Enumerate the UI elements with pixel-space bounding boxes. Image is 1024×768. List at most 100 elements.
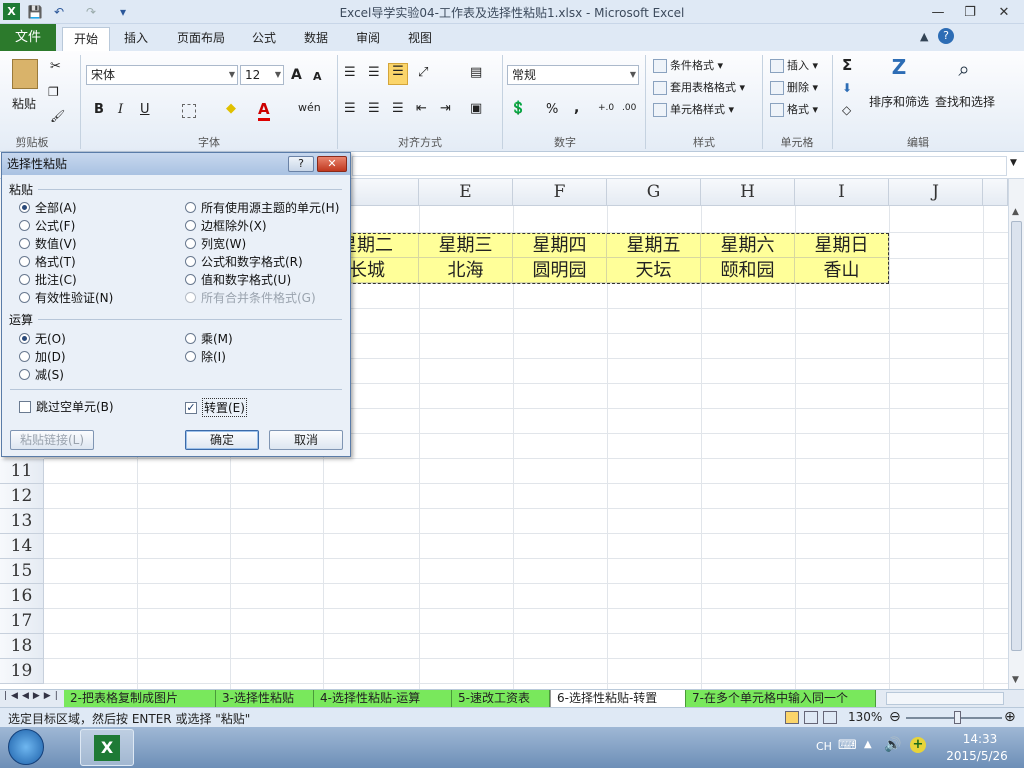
- network-icon[interactable]: +: [910, 737, 926, 753]
- increase-indent-icon[interactable]: ⇥: [440, 101, 451, 116]
- skip-blanks-checkbox[interactable]: 跳过空单元(B): [19, 398, 114, 415]
- sheet-tab[interactable]: 5-速改工资表: [452, 690, 550, 707]
- column-header-i[interactable]: I: [795, 179, 889, 206]
- column-header-e[interactable]: E: [419, 179, 513, 206]
- cancel-button[interactable]: 取消: [269, 430, 343, 450]
- wen-phonetic-button[interactable]: wén: [298, 101, 321, 114]
- sheet-tab[interactable]: 7-在多个单元格中输入同一个: [686, 690, 876, 707]
- sheet-tab[interactable]: 2-把表格复制成图片: [64, 690, 216, 707]
- paste-option-comments[interactable]: 批注(C): [19, 271, 77, 288]
- scroll-down-icon[interactable]: ▼: [1012, 675, 1019, 685]
- comma-button[interactable]: ,: [574, 100, 579, 116]
- paste-option-formulas-numbers[interactable]: 公式和数字格式(R): [185, 253, 303, 270]
- operation-none[interactable]: 无(O): [19, 330, 66, 347]
- zoom-level[interactable]: 130%: [848, 710, 882, 724]
- fill-color-icon[interactable]: ◆: [226, 101, 236, 116]
- tab-file[interactable]: 文件: [0, 24, 56, 51]
- format-cells-button[interactable]: 格式 ▾: [770, 101, 818, 117]
- clock-time[interactable]: 14:33: [950, 732, 1010, 746]
- delete-cells-button[interactable]: 删除 ▾: [770, 79, 818, 95]
- tab-formulas[interactable]: 公式: [241, 27, 287, 51]
- ime-indicator[interactable]: CH: [816, 740, 832, 753]
- volume-icon[interactable]: 🔊: [884, 737, 901, 753]
- autosum-button[interactable]: Σ: [842, 56, 852, 74]
- wrap-text-icon[interactable]: ▤: [470, 65, 482, 80]
- font-size-combo[interactable]: 12 ▼: [240, 65, 284, 85]
- column-header-g[interactable]: G: [607, 179, 701, 206]
- decrease-indent-icon[interactable]: ⇤: [416, 101, 427, 116]
- find-select-icon[interactable]: ⌕: [950, 57, 978, 85]
- formula-input[interactable]: [352, 156, 1007, 176]
- tab-page-layout[interactable]: 页面布局: [166, 27, 236, 51]
- tab-insert[interactable]: 插入: [113, 27, 159, 51]
- column-header-h[interactable]: H: [701, 179, 795, 206]
- column-header-f[interactable]: F: [513, 179, 607, 206]
- paste-option-validation[interactable]: 有效性验证(N): [19, 289, 113, 306]
- operation-add[interactable]: 加(D): [19, 348, 66, 365]
- row-header-14[interactable]: 14: [0, 534, 44, 559]
- scroll-thumb[interactable]: [1011, 221, 1022, 651]
- tray-expand-icon[interactable]: ▲: [864, 739, 872, 750]
- cell-styles-button[interactable]: 单元格样式 ▾: [653, 101, 734, 117]
- align-right-icon[interactable]: ☰: [392, 101, 404, 116]
- sort-filter-icon[interactable]: Z: [884, 55, 914, 87]
- font-name-combo[interactable]: 宋体 ▼: [86, 65, 238, 85]
- paste-icon[interactable]: [12, 59, 38, 89]
- page-layout-view-icon[interactable]: [804, 711, 818, 724]
- sheet-tab[interactable]: 3-选择性粘贴: [216, 690, 314, 707]
- operation-subtract[interactable]: 减(S): [19, 366, 64, 383]
- fill-icon[interactable]: ⬇: [842, 81, 852, 95]
- merge-center-icon[interactable]: ▣: [470, 101, 482, 116]
- row-header-15[interactable]: 15: [0, 559, 44, 584]
- vertical-scrollbar[interactable]: ▲ ▼: [1008, 179, 1024, 689]
- ok-button[interactable]: 确定: [185, 430, 259, 450]
- italic-button[interactable]: I: [118, 102, 123, 117]
- keyboard-icon[interactable]: ⌨: [838, 738, 857, 753]
- align-middle-icon[interactable]: ☰: [368, 65, 380, 80]
- row-header-12[interactable]: 12: [0, 484, 44, 509]
- format-painter-icon[interactable]: 🖌: [50, 109, 65, 123]
- paste-option-all[interactable]: 全部(A): [19, 199, 77, 216]
- transpose-checkbox[interactable]: ✓ 转置(E): [185, 398, 247, 417]
- help-icon[interactable]: ?: [938, 28, 954, 44]
- sheet-tab-active[interactable]: 6-选择性粘贴-转置: [550, 690, 686, 707]
- number-format-combo[interactable]: 常规 ▼: [507, 65, 639, 85]
- tab-home[interactable]: 开始: [62, 27, 111, 52]
- shrink-font-button[interactable]: A: [313, 70, 322, 83]
- conditional-format-button[interactable]: 条件格式 ▾: [653, 57, 723, 73]
- operation-multiply[interactable]: 乘(M): [185, 330, 233, 347]
- font-color-button[interactable]: A: [258, 100, 270, 121]
- dialog-help-button[interactable]: ?: [288, 156, 314, 172]
- paste-option-column-widths[interactable]: 列宽(W): [185, 235, 246, 252]
- find-select-button[interactable]: 查找和选择: [935, 93, 995, 110]
- row-header-11[interactable]: 11: [0, 459, 44, 484]
- align-center-icon[interactable]: ☰: [368, 101, 380, 116]
- row-header-13[interactable]: 13: [0, 509, 44, 534]
- copy-icon[interactable]: ❐: [48, 85, 59, 99]
- minimize-button[interactable]: —: [924, 2, 952, 22]
- clock-date[interactable]: 2015/5/26: [940, 749, 1014, 763]
- row-header-17[interactable]: 17: [0, 609, 44, 634]
- ribbon-collapse-icon[interactable]: ▲: [920, 30, 928, 43]
- paste-option-values[interactable]: 数值(V): [19, 235, 77, 252]
- orientation-icon[interactable]: ⤢: [418, 65, 428, 80]
- clear-icon[interactable]: ◇: [842, 103, 851, 117]
- align-top-icon[interactable]: ☰: [344, 65, 356, 80]
- scroll-up-icon[interactable]: ▲: [1012, 207, 1019, 217]
- format-as-table-button[interactable]: 套用表格格式 ▾: [653, 79, 745, 95]
- paste-option-formulas[interactable]: 公式(F): [19, 217, 75, 234]
- sort-filter-button[interactable]: 排序和筛选: [869, 93, 929, 110]
- column-header-j[interactable]: J: [889, 179, 983, 206]
- excel-taskbar-button[interactable]: X: [80, 729, 134, 766]
- paste-button[interactable]: 粘贴: [12, 95, 36, 112]
- paste-option-formats[interactable]: 格式(T): [19, 253, 76, 270]
- start-button[interactable]: [8, 729, 44, 765]
- paste-link-button[interactable]: 粘贴链接(L): [10, 430, 94, 450]
- tab-review[interactable]: 审阅: [345, 27, 391, 51]
- percent-button[interactable]: %: [546, 102, 558, 117]
- accounting-icon[interactable]: 💲: [510, 101, 526, 116]
- sheet-nav-icon[interactable]: |◀◀▶▶|: [4, 691, 62, 701]
- tab-data[interactable]: 数据: [293, 27, 339, 51]
- zoom-out-icon[interactable]: ⊖: [889, 709, 901, 725]
- paste-option-source-theme[interactable]: 所有使用源主题的单元(H): [185, 199, 339, 216]
